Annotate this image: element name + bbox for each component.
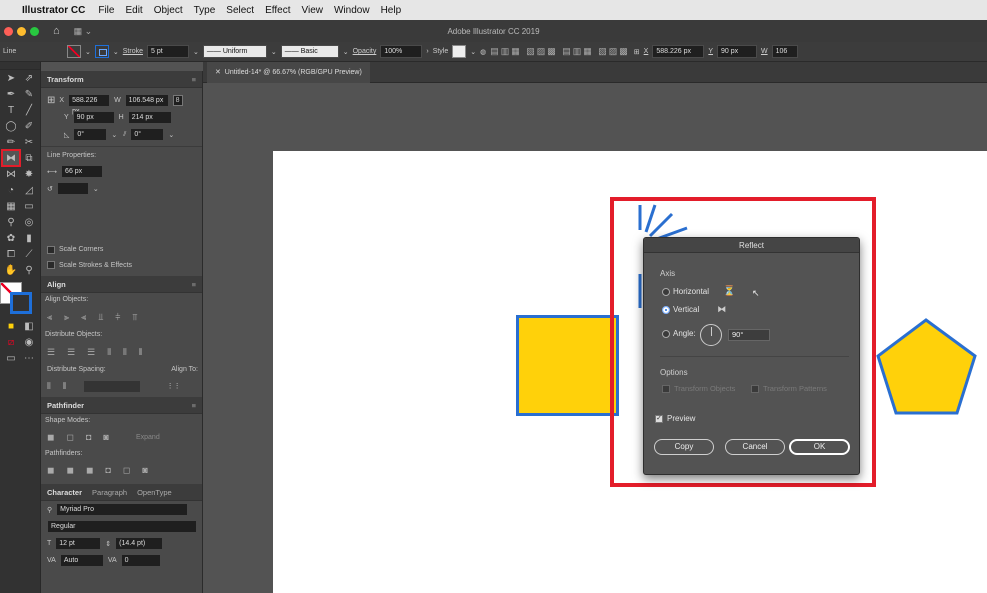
transform-patterns-option[interactable]: Transform Patterns	[751, 384, 827, 393]
cancel-button[interactable]: Cancel	[725, 439, 785, 455]
angle-input[interactable]: 90°	[728, 329, 770, 341]
copy-button[interactable]: Copy	[654, 439, 714, 455]
horizontal-option[interactable]: Horizontal ⏳	[662, 286, 735, 297]
preview-label: Preview	[667, 414, 696, 423]
horizontal-radio[interactable]	[662, 287, 670, 296]
yellow-pentagon-shape[interactable]	[876, 318, 977, 415]
transform-patterns-checkbox[interactable]	[751, 384, 759, 393]
preview-option[interactable]: ✓ Preview	[655, 414, 695, 423]
reflect-horizontal-icon: ⏳	[723, 286, 736, 297]
transform-objects-label: Transform Objects	[674, 384, 736, 393]
reflect-dialog: Reflect Axis Horizontal ⏳ ↖ Vertical ⧓ A…	[643, 237, 860, 475]
vertical-option[interactable]: Vertical ⧓	[662, 304, 726, 315]
divider	[660, 356, 849, 357]
horizontal-label: Horizontal	[673, 287, 710, 296]
axis-label: Axis	[660, 269, 676, 278]
transform-objects-option[interactable]: Transform Objects	[662, 384, 735, 393]
reflect-vertical-icon: ⧓	[717, 304, 727, 314]
angle-dial[interactable]	[700, 324, 722, 346]
mouse-cursor-icon: ↖	[752, 288, 760, 298]
ok-button[interactable]: OK	[789, 439, 850, 455]
angle-option[interactable]: Angle:	[662, 329, 696, 338]
options-label: Options	[660, 368, 688, 377]
transform-objects-checkbox[interactable]	[662, 384, 670, 393]
vertical-label: Vertical	[673, 305, 700, 314]
transform-patterns-label: Transform Patterns	[763, 384, 827, 393]
angle-radio[interactable]	[662, 329, 670, 338]
angle-label: Angle:	[673, 329, 696, 338]
reflect-dialog-title: Reflect	[644, 238, 859, 253]
preview-checkbox[interactable]: ✓	[655, 414, 663, 423]
vertical-radio[interactable]	[662, 305, 670, 314]
illustrator-window: Illustrator CC File Edit Object Type Sel…	[0, 0, 987, 593]
